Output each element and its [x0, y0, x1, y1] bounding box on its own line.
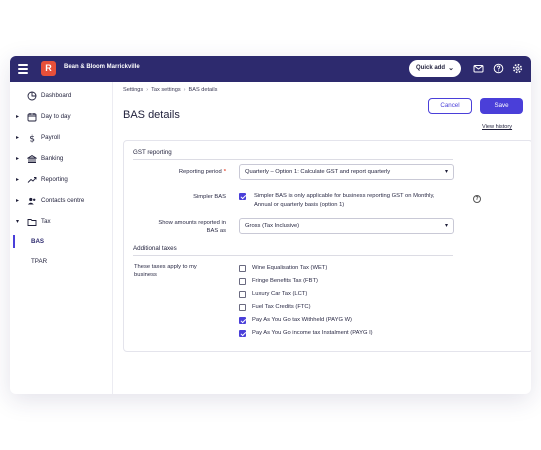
taxes-apply-label-1: These taxes apply to my [134, 264, 197, 270]
sidebar-item-tpar[interactable]: TPAR [10, 254, 113, 270]
ftc-checkbox[interactable] [239, 304, 246, 311]
taxes-apply-label: These taxes apply to my business [134, 263, 224, 279]
sidebar-item-label: BAS [31, 238, 45, 245]
reporting-period-value: Quarterly – Option 1: Calculate GST and … [245, 169, 391, 175]
quick-add-label: Quick add [416, 65, 446, 71]
simpler-bas-label: Simpler BAS [193, 194, 226, 200]
svg-text:$: $ [29, 135, 35, 143]
top-bar: R Bean & Bloom Marrickville Quick add ⌄ [10, 56, 531, 82]
bank-icon [27, 154, 37, 163]
bas-settings-card: GST reporting Reporting period * Quarterl… [123, 140, 531, 352]
additional-taxes-title: Additional taxes [133, 245, 177, 252]
main-content: Settings › Tax settings › BAS details BAS de… [113, 82, 531, 394]
sidebar-item-label: Banking [41, 155, 64, 162]
breadcrumb-settings[interactable]: Settings [123, 87, 143, 93]
chevron-right-icon: ▸ [16, 135, 20, 141]
app-logo: R [41, 61, 56, 76]
simpler-bas-text-1: Simpler BAS is only applicable for busin… [254, 193, 435, 199]
dollar-icon: $ [29, 135, 35, 143]
dropdown-arrow-icon: ▾ [444, 169, 448, 175]
chevron-down-icon: ▾ [16, 219, 20, 225]
menu-icon[interactable] [18, 64, 28, 74]
taxes-apply-label-2: business [134, 272, 157, 278]
simpler-bas-text-2: Annual or quarterly basis (option 1) [254, 202, 345, 208]
app-window: R Bean & Bloom Marrickville Quick add ⌄ … [10, 56, 531, 394]
chevron-right-icon: ▸ [16, 156, 20, 162]
show-amounts-label-1: Show amounts reported in [158, 220, 226, 226]
sidebar-item-label: Payroll [41, 134, 60, 141]
gear-icon[interactable] [512, 63, 523, 74]
sidebar-item-tax[interactable]: ▾ Tax [10, 214, 113, 230]
dashboard-icon [27, 91, 37, 101]
sidebar-item-label: Contacts centre [41, 197, 85, 204]
breadcrumb: Settings › Tax settings › BAS details [123, 87, 217, 93]
show-amounts-label-2: BAS as [206, 228, 226, 234]
show-amounts-value: Gross (Tax Inclusive) [245, 223, 300, 229]
sidebar-item-contacts-centre[interactable]: ▸ Contacts centre [10, 193, 113, 209]
chevron-right-icon: ▸ [16, 177, 20, 183]
dropdown-arrow-icon: ▾ [444, 223, 448, 229]
breadcrumb-separator: › [146, 87, 149, 93]
chevron-right-icon: ▸ [16, 198, 20, 204]
payg-w-label: Pay As You Go tax Withheld (PAYG W) [252, 317, 352, 323]
fbt-checkbox[interactable] [239, 278, 246, 285]
page-title: BAS details [123, 109, 180, 121]
payg-i-label: Pay As You Go income tax Instalment (PAY… [252, 330, 373, 336]
sidebar-item-dashboard[interactable]: Dashboard [10, 88, 113, 104]
quick-add-button[interactable]: Quick add ⌄ [409, 60, 461, 77]
sidebar-item-payroll[interactable]: ▸ $ Payroll [10, 130, 113, 146]
sidebar-item-label: Day to day [41, 113, 71, 120]
trend-icon [27, 177, 37, 183]
sidebar-item-banking[interactable]: ▸ Banking [10, 151, 113, 167]
lct-checkbox[interactable] [239, 291, 246, 298]
cancel-button[interactable]: Cancel [428, 98, 472, 114]
payg-w-checkbox[interactable] [239, 317, 246, 324]
save-button[interactable]: Save [480, 98, 523, 114]
calendar-icon [27, 113, 37, 122]
folder-icon [27, 219, 37, 226]
ftc-label: Fuel Tax Credits (FTC) [252, 304, 311, 310]
reporting-period-select[interactable]: Quarterly – Option 1: Calculate GST and … [239, 164, 454, 180]
fbt-label: Fringe Benefits Tax (FBT) [252, 278, 318, 284]
wet-label: Wine Equalisation Tax (WET) [252, 265, 328, 271]
show-amounts-select[interactable]: Gross (Tax Inclusive) ▾ [239, 218, 454, 234]
contacts-icon [27, 197, 36, 205]
sidebar-item-reporting[interactable]: ▸ Reporting [10, 172, 113, 188]
sidebar-item-label: TPAR [31, 258, 48, 265]
breadcrumb-separator: › [183, 87, 186, 93]
sidebar-item-label: Tax [41, 218, 51, 225]
required-indicator: * [223, 169, 226, 175]
help-circle-icon[interactable]: ? [473, 195, 481, 203]
chevron-down-icon: ⌄ [448, 65, 454, 72]
simpler-bas-checkbox[interactable] [239, 193, 246, 200]
reporting-period-label: Reporting period * [134, 168, 226, 176]
payg-i-checkbox[interactable] [239, 330, 246, 337]
lct-label: Luxury Car Tax (LCT) [252, 291, 308, 297]
show-amounts-label: Show amounts reported in BAS as [134, 219, 226, 235]
breadcrumb-current: BAS details [188, 87, 218, 93]
wet-checkbox[interactable] [239, 265, 246, 272]
active-indicator [13, 235, 15, 248]
divider [133, 159, 453, 160]
help-icon[interactable] [493, 63, 504, 74]
sidebar-item-bas[interactable]: BAS [10, 234, 113, 250]
sidebar-item-label: Reporting [41, 176, 68, 183]
breadcrumb-tax-settings[interactable]: Tax settings [151, 87, 181, 93]
sidebar: Dashboard ▸ Day to day ▸ $ Payroll ▸ Ban… [10, 82, 113, 394]
reporting-period-label-text: Reporting period [178, 169, 222, 175]
sidebar-item-day-to-day[interactable]: ▸ Day to day [10, 109, 113, 125]
sidebar-item-label: Dashboard [41, 92, 72, 99]
mail-icon[interactable] [473, 63, 484, 74]
chevron-right-icon: ▸ [16, 114, 20, 120]
view-history-link[interactable]: View history [482, 124, 512, 130]
divider [133, 255, 453, 256]
business-name: Bean & Bloom Marrickville [64, 64, 140, 70]
gst-section-title: GST reporting [133, 149, 172, 156]
